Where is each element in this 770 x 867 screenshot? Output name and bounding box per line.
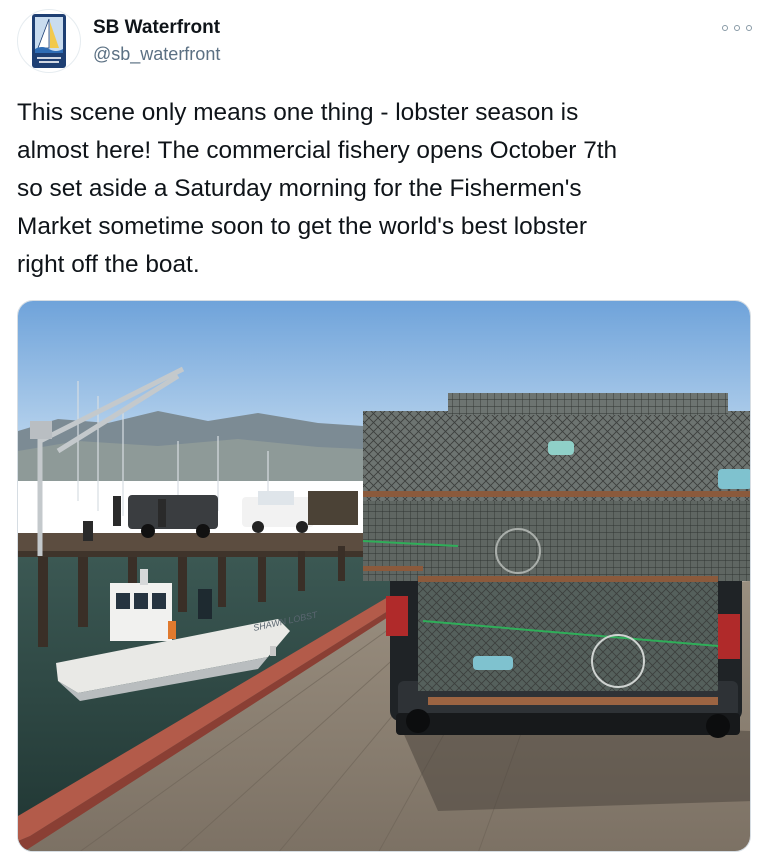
tweet-photo[interactable]: SHAWN LOBST: [17, 300, 751, 852]
display-name[interactable]: SB Waterfront: [93, 16, 220, 40]
more-horizontal-icon: [746, 25, 752, 31]
user-handle[interactable]: @sb_waterfront: [93, 42, 220, 66]
more-horizontal-icon: [734, 25, 740, 31]
tweet-text: This scene only means one thing - lobste…: [17, 99, 618, 278]
more-horizontal-icon: [722, 25, 728, 31]
sb-waterfront-logo: [32, 14, 66, 68]
harbor-photo-illustration: SHAWN LOBST: [18, 301, 750, 851]
avatar[interactable]: [17, 9, 81, 73]
dark-truck: [128, 495, 218, 529]
lobster-traps: [362, 393, 750, 705]
more-options-button[interactable]: [722, 18, 752, 38]
